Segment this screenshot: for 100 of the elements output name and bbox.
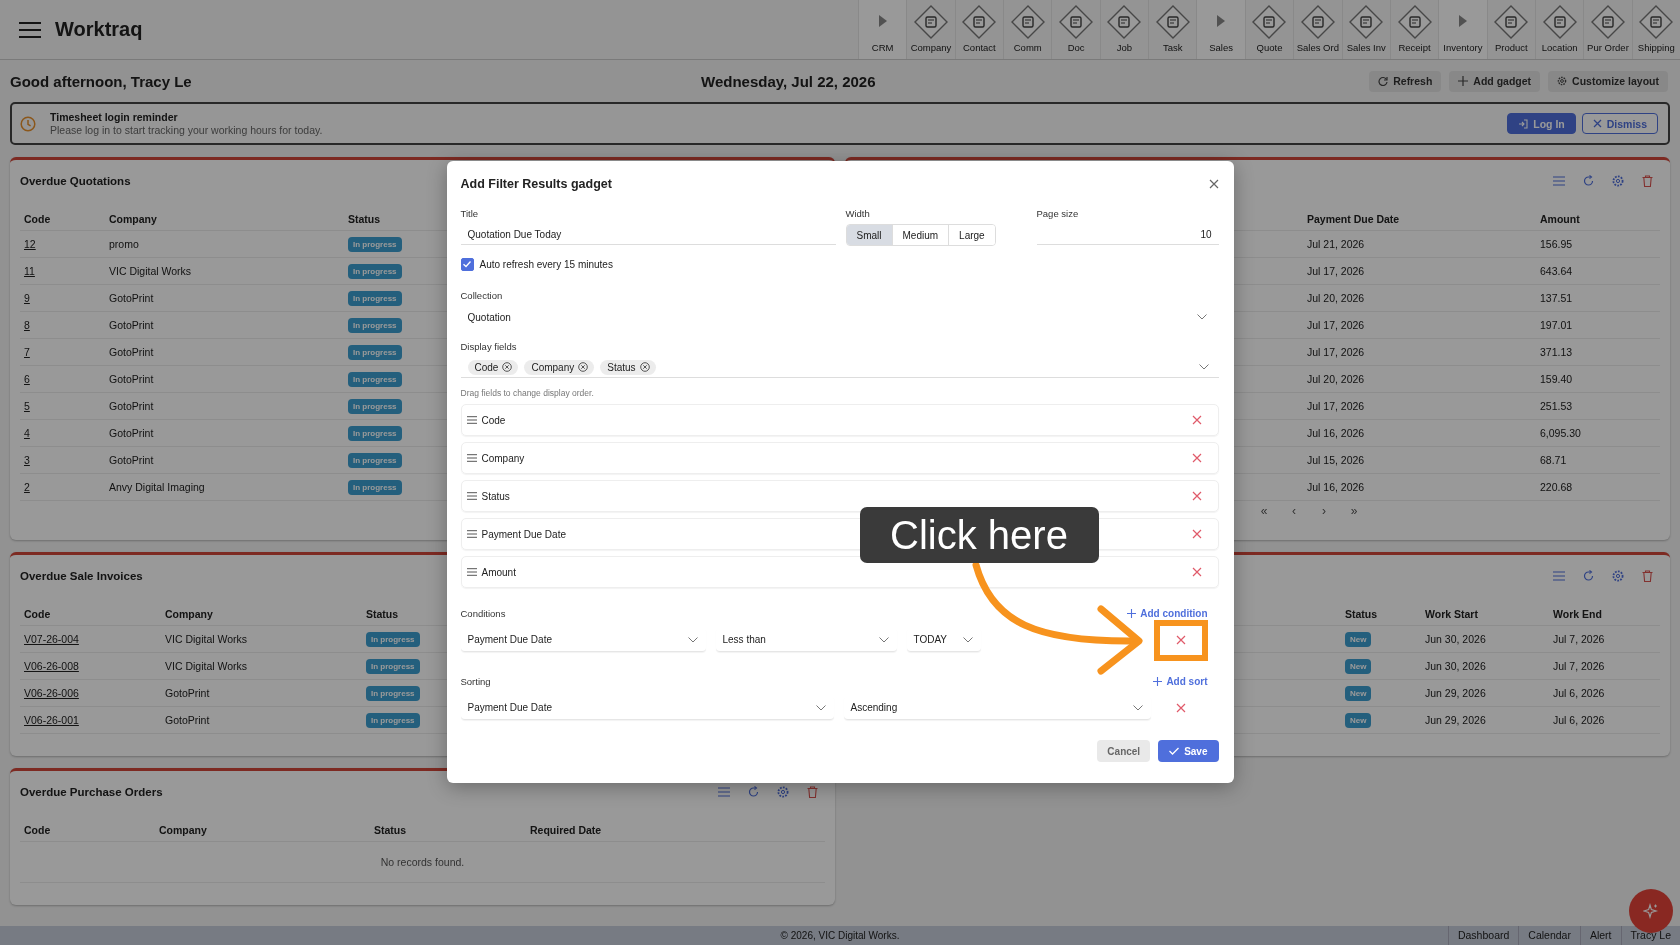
- status-badge: In progress: [348, 371, 402, 387]
- status-badge: New: [1345, 631, 1372, 647]
- trash-icon[interactable]: [1642, 175, 1653, 187]
- checkbox[interactable]: [460, 257, 474, 271]
- select-field[interactable]: TODAY: [906, 628, 981, 652]
- field-chip[interactable]: Status: [600, 359, 656, 375]
- status-badge: In progress: [348, 398, 402, 414]
- code-link[interactable]: 11: [24, 265, 35, 277]
- refresh-icon: [1378, 76, 1389, 86]
- table-cell: Jul 7, 2026: [1553, 660, 1605, 672]
- chevron-icon: [1132, 704, 1143, 711]
- status-badge: In progress: [348, 263, 402, 279]
- footer-link[interactable]: Alert: [1579, 926, 1621, 945]
- add-condition-link[interactable]: Add condition: [1127, 608, 1208, 619]
- settings-icon[interactable]: [777, 786, 789, 798]
- header-button[interactable]: Customize layout: [1548, 70, 1668, 92]
- code-link[interactable]: 7: [24, 346, 30, 358]
- code-link[interactable]: V06-26-008: [24, 660, 79, 672]
- field-chip[interactable]: Company: [524, 359, 595, 375]
- table-cell: VIC Digital Works: [165, 660, 248, 672]
- code-link[interactable]: 8: [24, 319, 30, 331]
- toolbar-button[interactable]: Quote: [1244, 0, 1294, 59]
- toolbar-button[interactable]: Sales: [1196, 0, 1245, 59]
- status-badge: New: [1345, 685, 1372, 701]
- segment-button[interactable]: Large: [948, 225, 995, 245]
- remove-icon[interactable]: [578, 362, 589, 372]
- toolbar-button[interactable]: Doc: [1051, 0, 1100, 59]
- select-field[interactable]: Payment Due Date: [460, 696, 834, 720]
- toolbar-button[interactable]: Shipping: [1631, 0, 1680, 59]
- toolbar-button[interactable]: Sales Ord: [1293, 0, 1342, 59]
- status-badge: In progress: [366, 658, 420, 674]
- code-link[interactable]: V06-26-006: [24, 687, 79, 699]
- settings-icon[interactable]: [1612, 175, 1624, 187]
- pager-button[interactable]: »: [1346, 504, 1362, 518]
- pager-button[interactable]: «: [1256, 504, 1272, 518]
- settings-icon[interactable]: [1612, 570, 1624, 582]
- code-link[interactable]: 6: [24, 373, 30, 385]
- toolbar-button[interactable]: Job: [1099, 0, 1149, 59]
- remove-icon[interactable]: [502, 362, 513, 372]
- table-cell: 156.95: [1540, 238, 1573, 250]
- select-field[interactable]: Quotation: [460, 306, 1219, 328]
- toolbar-button[interactable]: Product: [1486, 0, 1535, 59]
- assistant-button[interactable]: [1629, 889, 1673, 933]
- trash-icon[interactable]: [807, 786, 818, 798]
- status-badge: In progress: [366, 631, 420, 647]
- trash-icon[interactable]: [1642, 570, 1653, 582]
- refresh-icon[interactable]: [1583, 175, 1594, 187]
- table-cell: GotoPrint: [165, 687, 210, 699]
- highlight-frame: [1153, 620, 1208, 661]
- save-button[interactable]: Save: [1158, 740, 1219, 762]
- add-sort-link[interactable]: Add sort: [1153, 676, 1208, 687]
- select-field[interactable]: Less than: [715, 628, 897, 652]
- refresh-icon[interactable]: [1583, 570, 1594, 582]
- pager-button[interactable]: ›: [1316, 504, 1332, 518]
- field-chip[interactable]: Code: [467, 359, 519, 375]
- toolbar-button[interactable]: Comm: [1003, 0, 1052, 59]
- drag-handle-icon[interactable]: [466, 530, 477, 538]
- drag-handle-icon[interactable]: [466, 454, 477, 462]
- code-link[interactable]: 5: [24, 400, 30, 412]
- toolbar-button[interactable]: Inventory: [1438, 0, 1487, 59]
- diamond-icon: [1494, 5, 1529, 39]
- diamond-icon: [1059, 5, 1094, 39]
- refresh-icon[interactable]: [748, 786, 759, 798]
- toolbar-button[interactable]: Location: [1534, 0, 1584, 59]
- date-label: Wednesday, Jul 22, 2026: [701, 72, 876, 90]
- remove-icon[interactable]: [639, 362, 650, 372]
- select-field[interactable]: Payment Due Date: [460, 628, 706, 652]
- toolbar-button[interactable]: Company: [906, 0, 955, 59]
- status-badge: In progress: [366, 712, 420, 728]
- code-link[interactable]: 2: [24, 481, 30, 493]
- pager-button[interactable]: ‹: [1286, 504, 1302, 518]
- toolbar-button[interactable]: Sales Inv: [1341, 0, 1390, 59]
- code-link[interactable]: V06-26-001: [24, 714, 79, 726]
- menu-icon[interactable]: [19, 21, 41, 38]
- segment-button[interactable]: Small: [846, 225, 892, 245]
- footer-link[interactable]: Calendar: [1518, 926, 1580, 945]
- toolbar-button[interactable]: CRM: [858, 0, 907, 59]
- table-cell: 220.68: [1540, 481, 1573, 493]
- field-name: Code: [481, 414, 507, 426]
- select-field[interactable]: Ascending: [843, 696, 1151, 720]
- drag-handle-icon[interactable]: [466, 568, 477, 576]
- table-cell: 6,095.30: [1540, 427, 1581, 439]
- header-button[interactable]: Refresh: [1369, 70, 1442, 92]
- table-cell: Jun 29, 2026: [1425, 687, 1486, 699]
- code-link[interactable]: 3: [24, 454, 30, 466]
- panel-title: Overdue Quotations: [20, 175, 131, 187]
- header-button[interactable]: Add gadget: [1449, 70, 1541, 92]
- cancel-button[interactable]: Cancel: [1097, 740, 1151, 762]
- status-badge: In progress: [348, 344, 402, 360]
- multi-select-field[interactable]: Code Company Status: [460, 357, 1219, 378]
- table-cell: Jun 30, 2026: [1425, 660, 1486, 672]
- toolbar-button[interactable]: Contact: [954, 0, 1004, 59]
- footer-link[interactable]: Dashboard: [1447, 926, 1519, 945]
- code-link[interactable]: 9: [24, 292, 30, 304]
- code-link[interactable]: 4: [24, 427, 30, 439]
- drag-handle-icon[interactable]: [466, 492, 477, 500]
- toolbar-button[interactable]: Pur Order: [1583, 0, 1632, 59]
- code-link[interactable]: 12: [24, 238, 36, 250]
- code-link[interactable]: V07-26-004: [24, 633, 79, 645]
- drag-handle-icon[interactable]: [466, 416, 477, 424]
